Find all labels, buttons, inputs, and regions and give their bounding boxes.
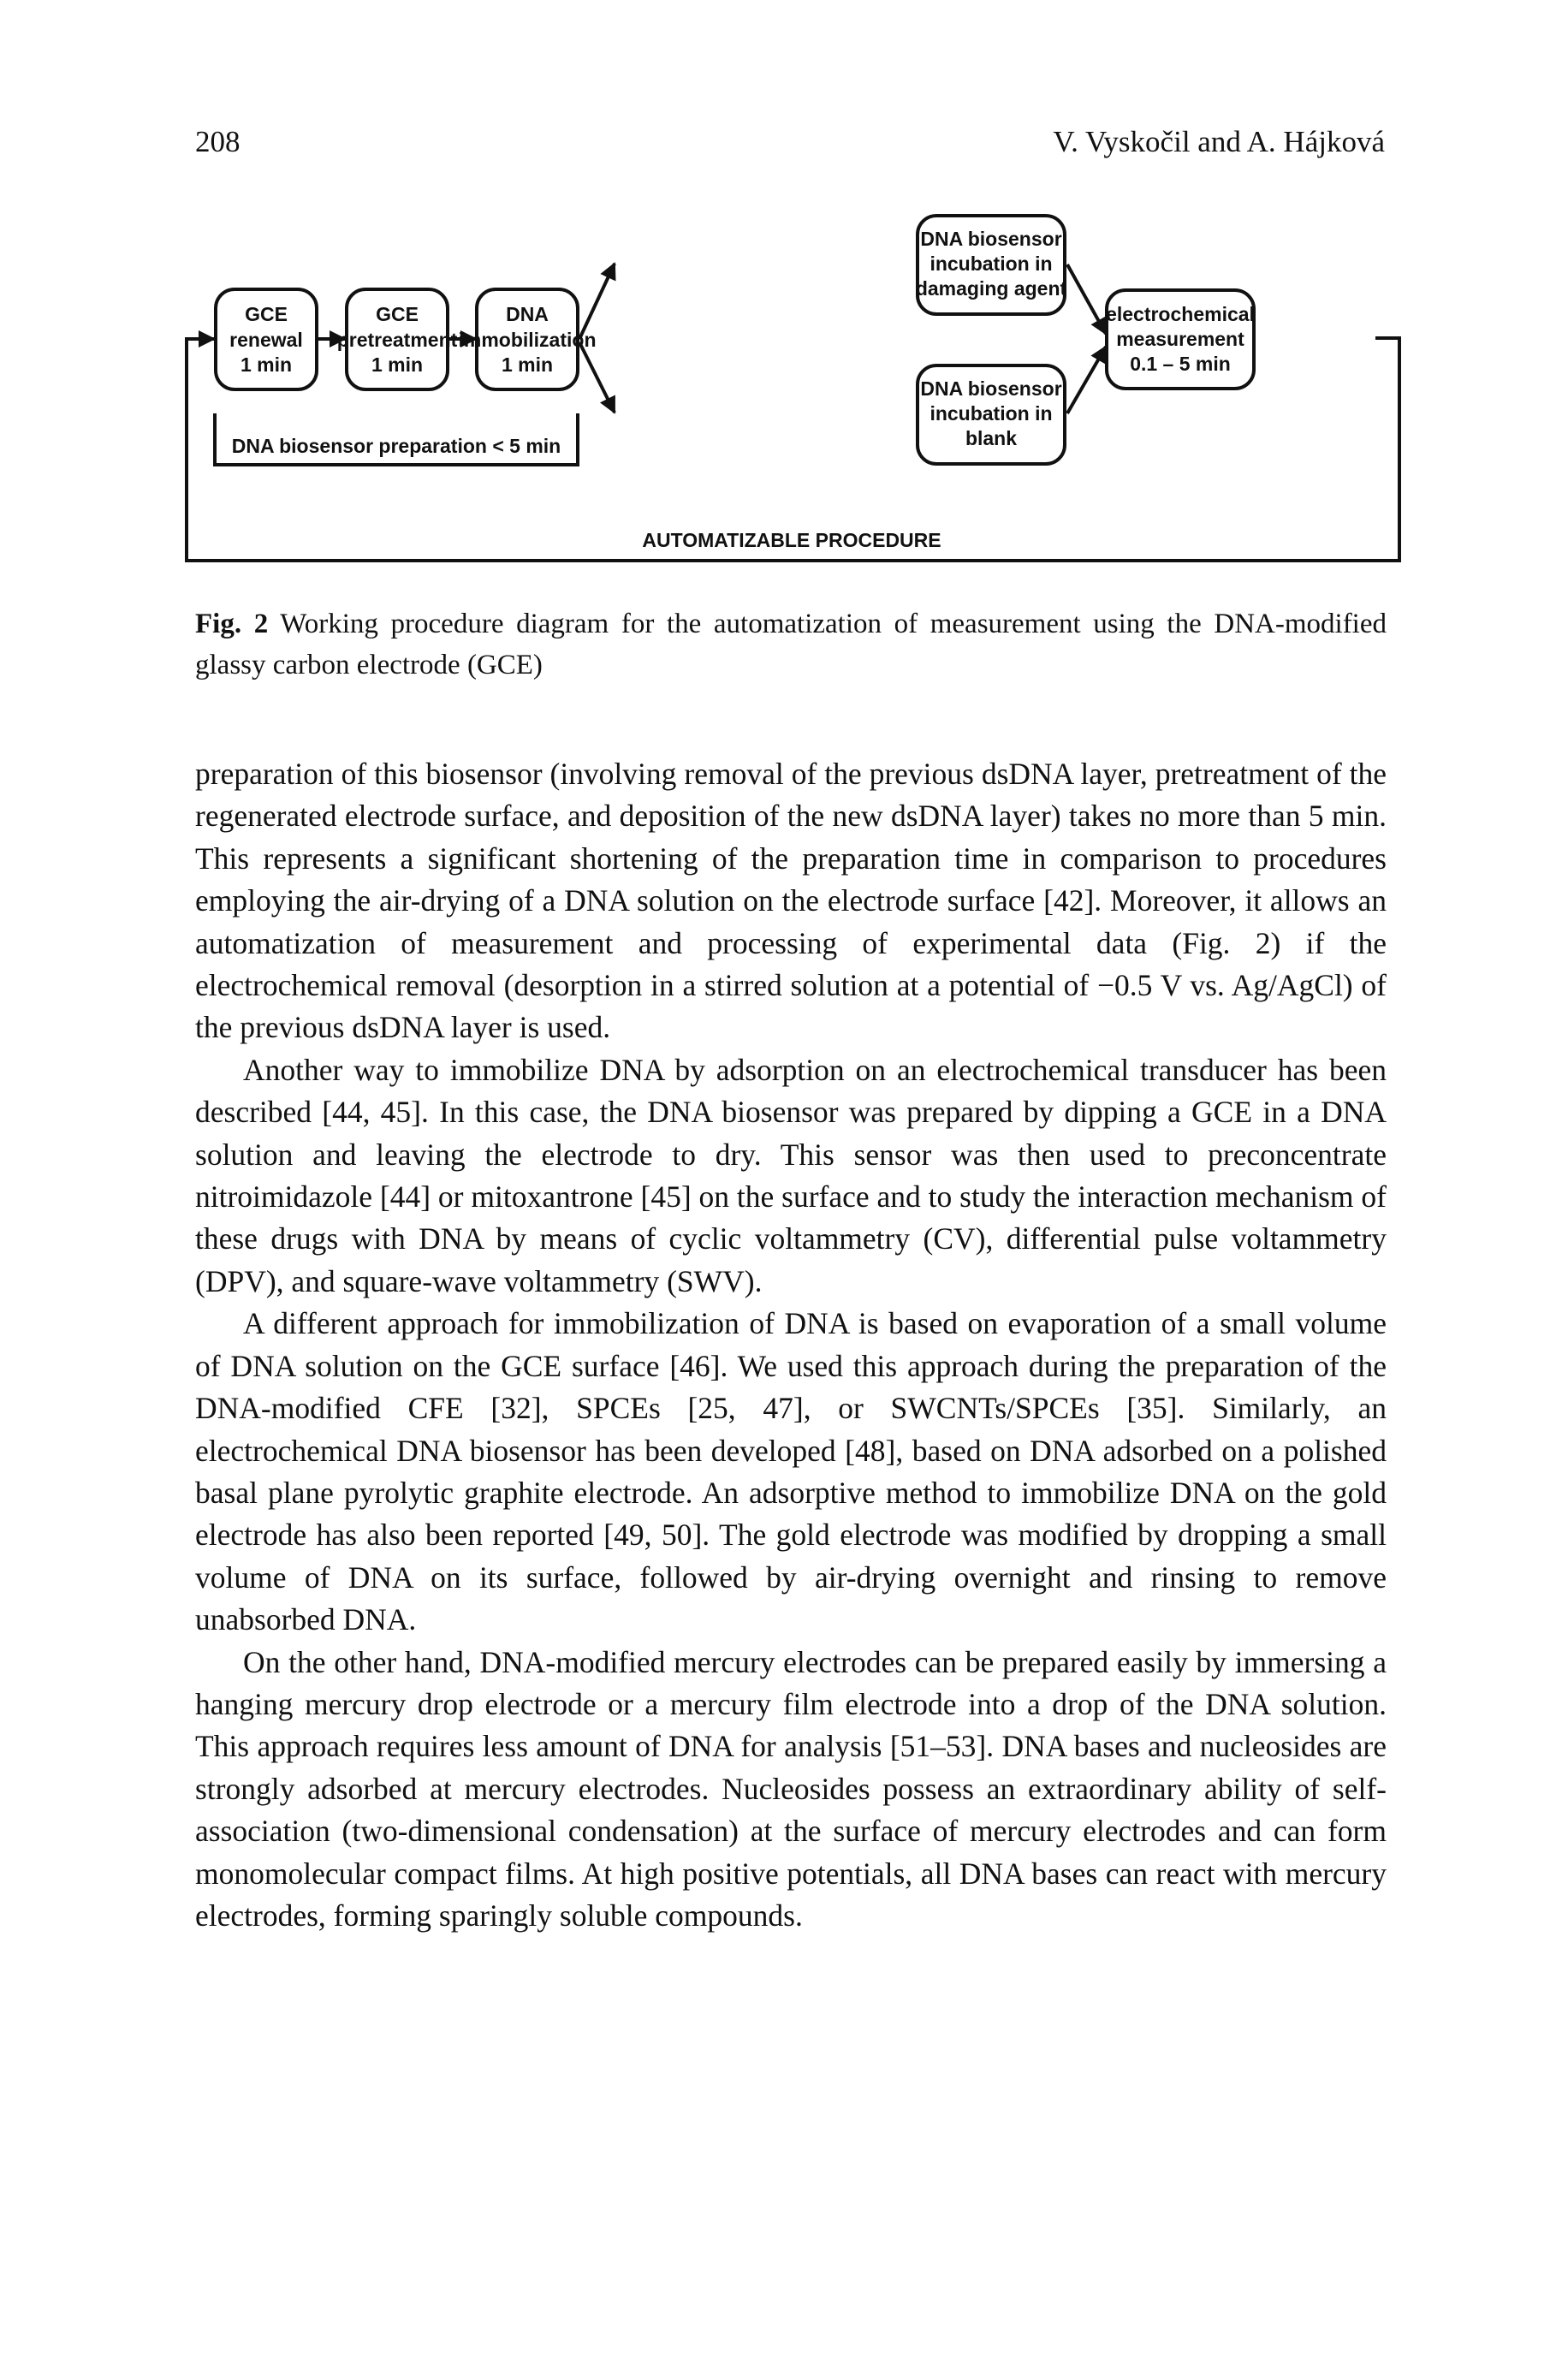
figure-caption-label: Fig. 2	[195, 609, 269, 639]
label-gce-renewal-3: 1 min	[241, 353, 292, 376]
label-measurement-1: electrochemical	[1106, 303, 1255, 325]
preparation-time-label: DNA biosensor preparation < 5 min	[232, 435, 561, 457]
label-gce-pretreatment-2: pretreatment	[337, 329, 458, 351]
label-incubation-blank-2: incubation in	[930, 402, 1052, 425]
paragraph-2: Another way to immobilize DNA by adsorpt…	[195, 1052, 1387, 1298]
label-incubation-blank-1: DNA biosensor	[920, 377, 1061, 400]
arrow-blank-to-measurement	[1066, 345, 1108, 414]
label-incubation-blank-3: blank	[965, 427, 1017, 449]
label-gce-pretreatment-1: GCE	[376, 303, 419, 325]
paragraph-3: A different approach for immobilization …	[195, 1306, 1387, 1637]
label-dna-immobilization-3: 1 min	[502, 353, 553, 376]
paragraph-4: On the other hand, DNA-modified mercury …	[195, 1644, 1387, 1933]
figure-procedure-diagram: GCE renewal 1 min GCE pretreatment 1 min…	[171, 214, 1421, 591]
label-dna-immobilization-2: immobilization	[459, 329, 597, 351]
label-gce-renewal-1: GCE	[245, 303, 288, 325]
label-dna-immobilization-1: DNA	[506, 303, 549, 325]
figure-caption: Fig. 2 Working procedure diagram for the…	[195, 603, 1387, 686]
label-measurement-2: measurement	[1116, 328, 1244, 350]
arrow-immobilization-to-damaging	[578, 262, 616, 340]
page-number: 208	[195, 125, 241, 158]
label-incubation-damaging-3: damaging agent	[916, 277, 1067, 300]
page-header: 208 V. Vyskočil and A. Hájková	[195, 125, 1385, 168]
figure-caption-text: Working procedure diagram for the automa…	[195, 609, 1387, 680]
running-head-authors: V. Vyskočil and A. Hájková	[1053, 125, 1385, 158]
label-incubation-damaging-1: DNA biosensor	[920, 228, 1061, 250]
arrow-damaging-to-measurement	[1066, 264, 1108, 336]
label-incubation-damaging-2: incubation in	[930, 252, 1052, 275]
label-gce-pretreatment-3: 1 min	[371, 353, 423, 376]
diagram-canvas: GCE renewal 1 min GCE pretreatment 1 min…	[185, 214, 1401, 562]
body-text: preparation of this biosensor (involving…	[195, 753, 1387, 1937]
paragraph-1: preparation of this biosensor (involving…	[195, 757, 1387, 1045]
label-measurement-3: 0.1 – 5 min	[1130, 353, 1231, 375]
arrow-immobilization-to-blank	[578, 342, 616, 414]
label-gce-renewal-2: renewal	[229, 329, 303, 351]
automatizable-procedure-label: AUTOMATIZABLE PROCEDURE	[642, 529, 941, 551]
